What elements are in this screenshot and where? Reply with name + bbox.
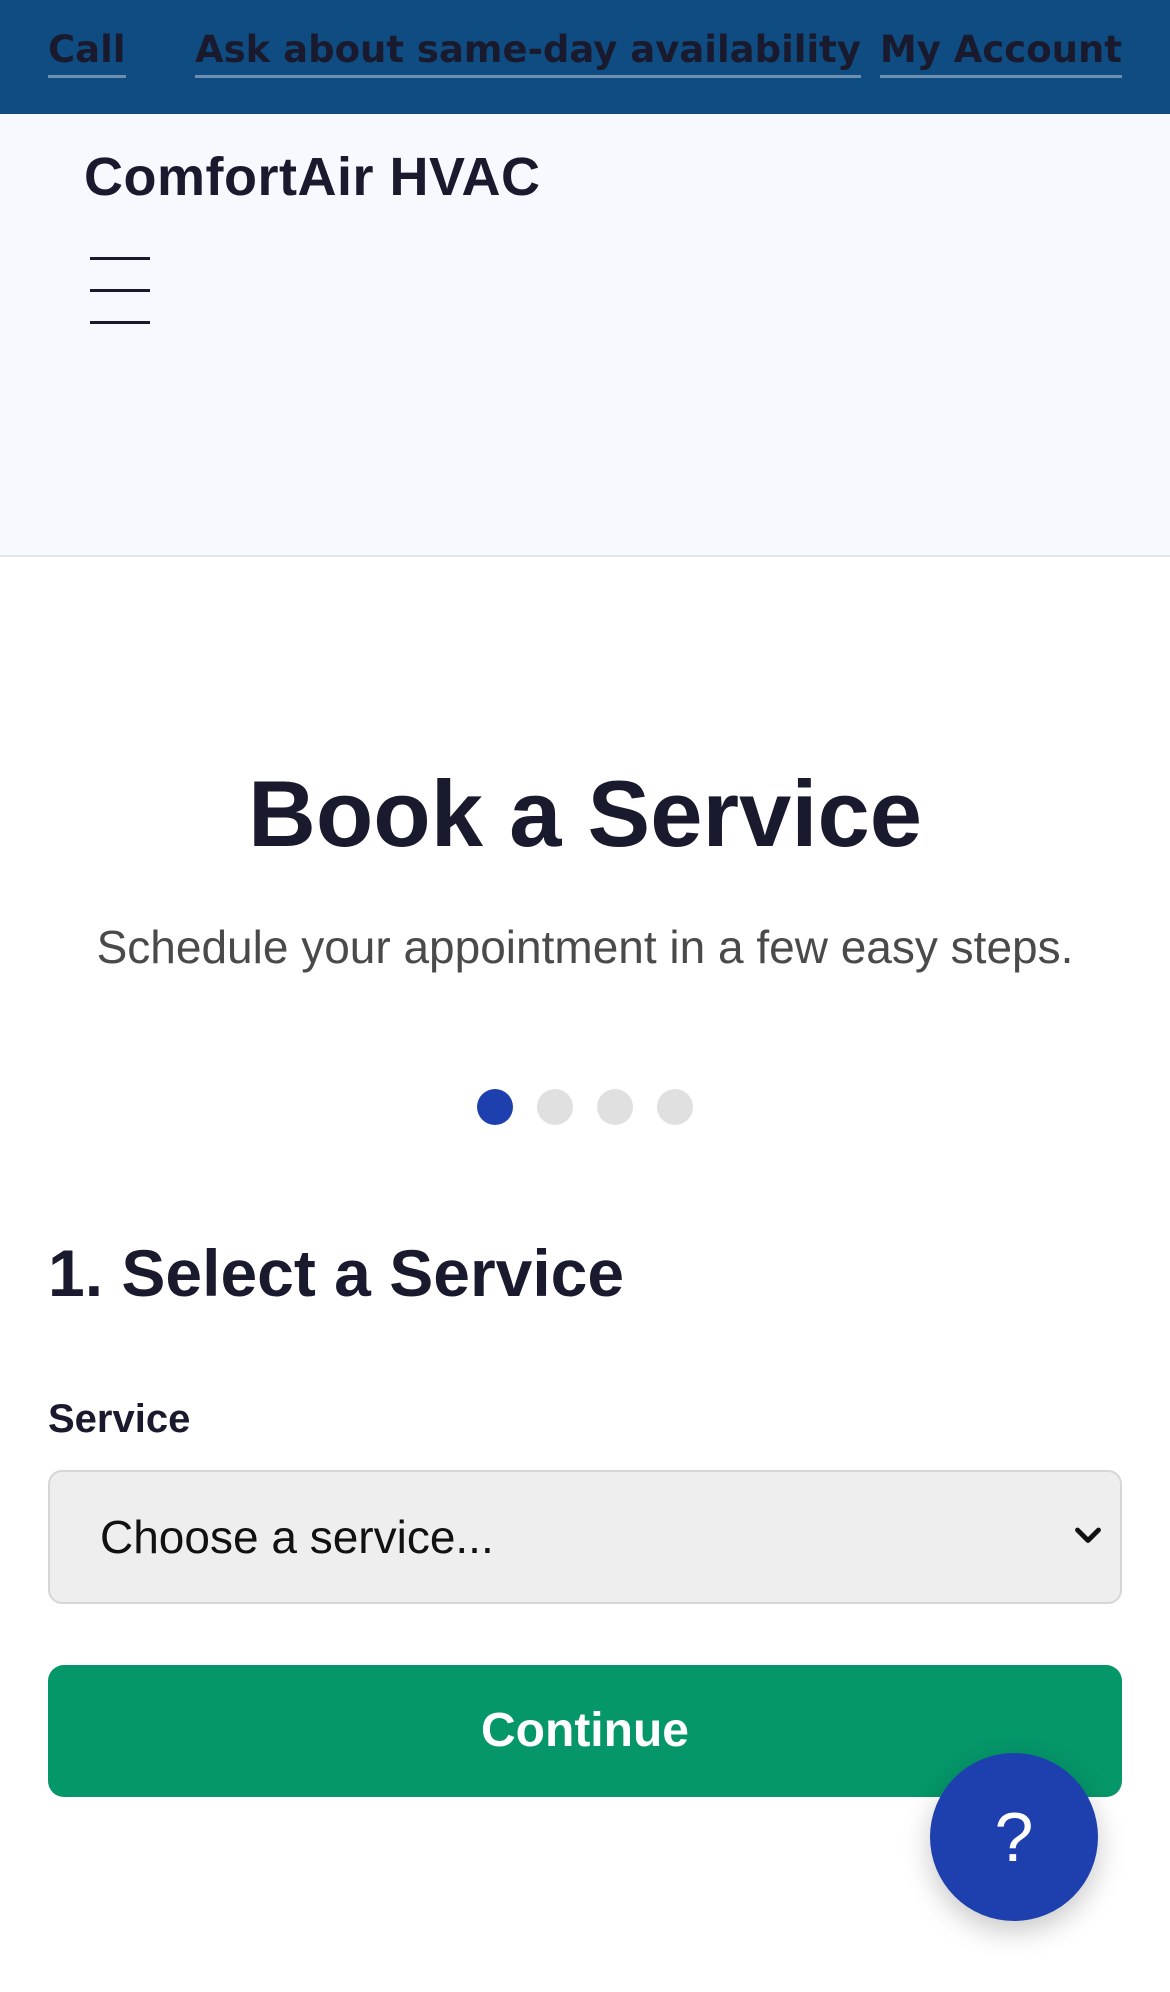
top-utility-bar: Call Ask about same-day availability My … bbox=[0, 0, 1170, 114]
step-dot-2 bbox=[537, 1089, 573, 1125]
my-account-link[interactable]: My Account bbox=[879, 29, 1122, 78]
service-field-label: Service bbox=[48, 1397, 191, 1441]
page-subtitle: Schedule your appointment in a few easy … bbox=[96, 921, 1074, 973]
site-header: ComfortAir HVAC bbox=[0, 114, 1170, 557]
hamburger-line bbox=[90, 257, 150, 260]
page-title: Book a Service bbox=[247, 761, 923, 866]
help-icon[interactable]: ? bbox=[930, 1753, 1098, 1921]
same-day-availability-link[interactable]: Ask about same-day availability bbox=[195, 29, 861, 78]
chevron-down-icon bbox=[1075, 1527, 1101, 1543]
hamburger-line bbox=[90, 289, 150, 292]
brand-logo-text[interactable]: ComfortAir HVAC bbox=[84, 146, 540, 208]
hamburger-line bbox=[90, 321, 150, 324]
hamburger-menu-icon[interactable] bbox=[84, 244, 156, 324]
step-progress-indicator bbox=[0, 1089, 1170, 1125]
step-dot-4 bbox=[657, 1089, 693, 1125]
service-select-value: Choose a service... bbox=[100, 1511, 494, 1563]
step-dot-1 bbox=[477, 1089, 513, 1125]
step-dot-3 bbox=[597, 1089, 633, 1125]
call-link[interactable]: Call bbox=[48, 29, 126, 78]
service-select[interactable]: Choose a service... bbox=[48, 1470, 1122, 1604]
step-heading: 1. Select a Service bbox=[48, 1236, 625, 1310]
